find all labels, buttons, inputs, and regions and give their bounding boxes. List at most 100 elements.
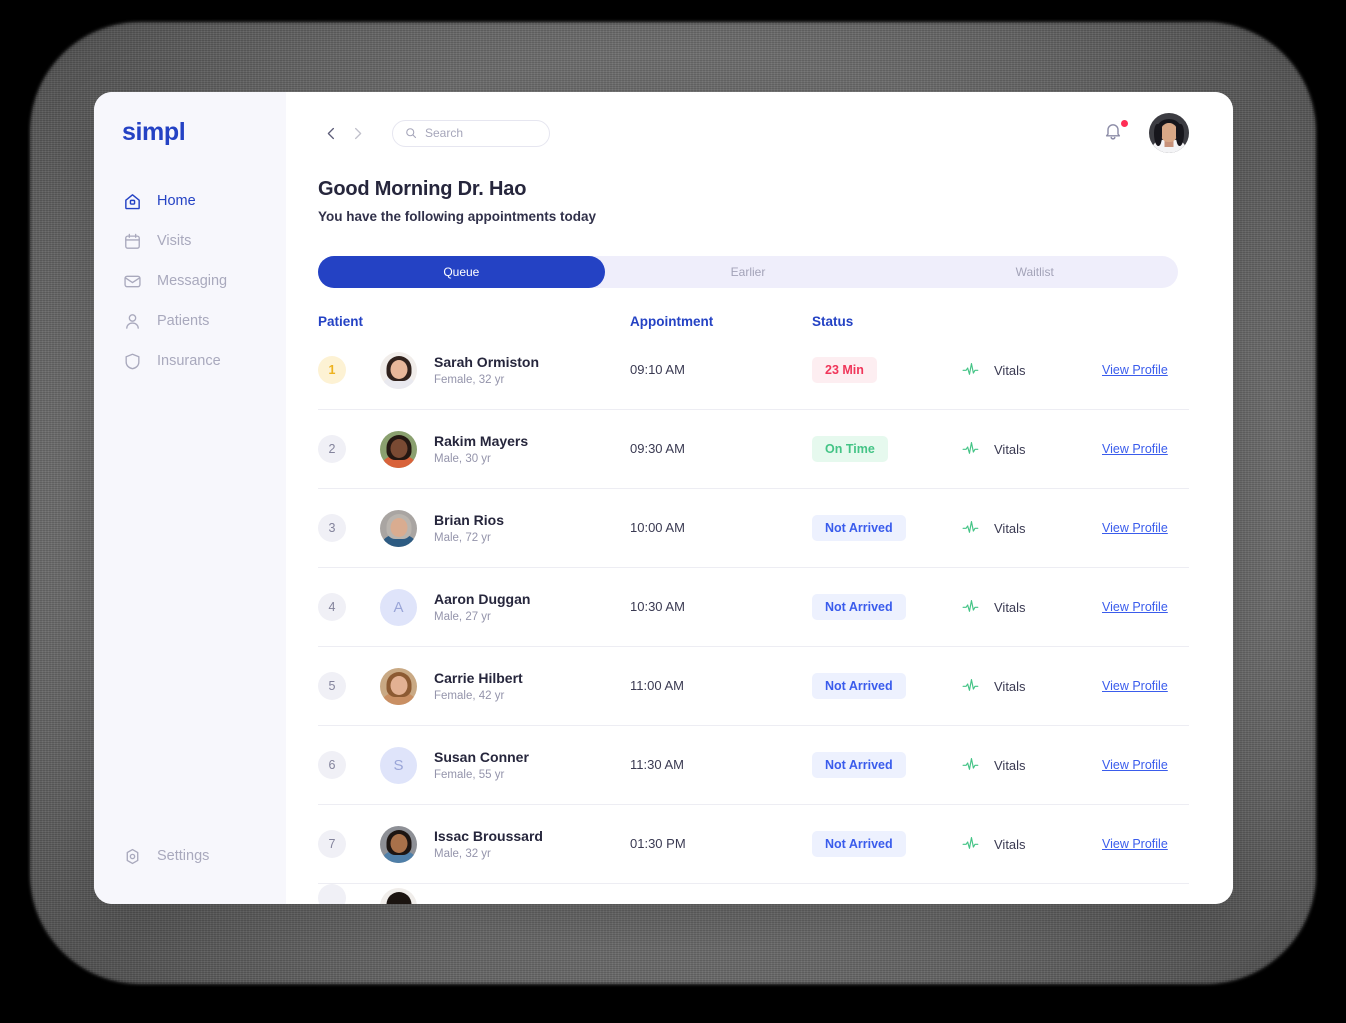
table-row[interactable]: 3 Brian Rios Male, 72 yr 10:00 AM Not Ar… xyxy=(318,489,1189,568)
cell-vitals[interactable]: Vitals xyxy=(962,361,1102,379)
queue-rank-badge: 2 xyxy=(318,435,346,463)
shield-icon xyxy=(122,351,143,372)
search-input[interactable] xyxy=(425,126,537,140)
table-row[interactable]: 7 Issac Broussard Male, 32 yr 01:30 PM N… xyxy=(318,805,1189,884)
topbar-actions xyxy=(1103,113,1189,153)
vitals-label: Vitals xyxy=(994,441,1026,457)
view-profile-link[interactable]: View Profile xyxy=(1102,679,1168,693)
greeting: Good Morning Dr. Hao You have the follow… xyxy=(318,178,1189,224)
table-row[interactable]: 4 A Aaron Duggan Male, 27 yr 10:30 AM No… xyxy=(318,568,1189,647)
tab-waitlist[interactable]: Waitlist xyxy=(891,256,1178,288)
sidebar-item-settings[interactable]: Settings xyxy=(94,836,286,876)
notifications-button[interactable] xyxy=(1103,120,1128,145)
appointment-time: 11:30 AM xyxy=(630,757,684,772)
view-profile-link[interactable]: View Profile xyxy=(1102,758,1168,772)
patient-meta: Male, 32 yr xyxy=(434,848,491,861)
appointment-time: 09:30 AM xyxy=(630,441,685,456)
nav-back-button[interactable] xyxy=(318,120,344,146)
patient-meta: Female, 55 yr xyxy=(434,769,505,782)
sidebar-item-label: Insurance xyxy=(157,353,221,369)
table-row-partial[interactable] xyxy=(318,884,1189,904)
sidebar-item-insurance[interactable]: Insurance xyxy=(94,341,286,381)
cell-vitals[interactable]: Vitals xyxy=(962,677,1102,695)
page-title: Good Morning Dr. Hao xyxy=(318,178,527,200)
vitals-label: Vitals xyxy=(994,757,1026,773)
chevron-left-icon xyxy=(324,126,339,141)
sidebar-item-messaging[interactable]: Messaging xyxy=(94,261,286,301)
cell-patient xyxy=(318,884,630,904)
calendar-icon xyxy=(122,231,143,252)
table-row[interactable]: 1 Sarah Ormiston Female, 32 yr 09:10 AM … xyxy=(318,331,1189,410)
cell-vitals[interactable]: Vitals xyxy=(962,519,1102,537)
avatar-photo-face xyxy=(390,359,407,379)
tab-queue[interactable]: Queue xyxy=(318,256,605,288)
table-row[interactable]: 2 Rakim Mayers Male, 30 yr 09:30 AM On T… xyxy=(318,410,1189,489)
patient-name: Aaron Duggan xyxy=(434,590,531,607)
cell-status: Not Arrived xyxy=(812,515,962,541)
avatar-photo-face xyxy=(390,833,407,853)
gear-icon xyxy=(122,846,143,867)
appointment-time: 01:30 PM xyxy=(630,836,686,851)
avatar-initial: S xyxy=(380,746,417,784)
table-row[interactable]: 6 S Susan Conner Female, 55 yr 11:30 AM … xyxy=(318,726,1189,805)
view-profile-link[interactable]: View Profile xyxy=(1102,521,1168,535)
heartbeat-icon xyxy=(962,440,984,458)
cell-vitals[interactable]: Vitals xyxy=(962,835,1102,853)
status-badge: Not Arrived xyxy=(812,515,906,541)
cell-appointment: 10:30 AM xyxy=(630,598,812,616)
queue-rank-badge: 6 xyxy=(318,751,346,779)
patient-meta: Female, 32 yr xyxy=(434,374,505,387)
patient-identity: Rakim Mayers Male, 30 yr xyxy=(434,433,528,466)
table-row[interactable]: 5 Carrie Hilbert Female, 42 yr 11:00 AM … xyxy=(318,647,1189,726)
queue-rank-badge: 4 xyxy=(318,593,346,621)
cell-appointment: 11:30 AM xyxy=(630,756,812,774)
patient-queue-list: 1 Sarah Ormiston Female, 32 yr 09:10 AM … xyxy=(318,331,1189,904)
cell-action: View Profile xyxy=(1102,440,1212,458)
view-profile-link[interactable]: View Profile xyxy=(1102,442,1168,456)
cell-status: 23 Min xyxy=(812,357,962,383)
tab-label: Queue xyxy=(443,265,480,279)
avatar-initial-letter: S xyxy=(393,756,404,774)
column-header-status: Status xyxy=(812,314,854,329)
cell-status: Not Arrived xyxy=(812,673,962,699)
cell-appointment: 11:00 AM xyxy=(630,677,812,695)
cell-vitals[interactable]: Vitals xyxy=(962,440,1102,458)
cell-vitals[interactable]: Vitals xyxy=(962,756,1102,774)
tab-earlier[interactable]: Earlier xyxy=(605,256,892,288)
main-content: Good Morning Dr. Hao You have the follow… xyxy=(286,92,1233,904)
sidebar-item-patients[interactable]: Patients xyxy=(94,301,286,341)
cell-action: View Profile xyxy=(1102,361,1212,379)
view-profile-link[interactable]: View Profile xyxy=(1102,600,1168,614)
sidebar-item-visits[interactable]: Visits xyxy=(94,221,286,261)
brand-logo: simpl xyxy=(122,118,186,146)
tab-label: Earlier xyxy=(730,265,766,279)
cell-action: View Profile xyxy=(1102,677,1212,695)
cell-patient: 5 Carrie Hilbert Female, 42 yr xyxy=(318,667,630,705)
envelope-icon xyxy=(122,271,143,292)
view-profile-link[interactable]: View Profile xyxy=(1102,363,1168,377)
tab-bar: Queue Earlier Waitlist xyxy=(318,256,1178,288)
avatar[interactable] xyxy=(1149,113,1189,153)
cell-appointment: 09:10 AM xyxy=(630,361,812,379)
view-profile-link[interactable]: View Profile xyxy=(1102,837,1168,851)
avatar-photo-face xyxy=(390,517,407,537)
avatar-photo xyxy=(380,509,417,547)
sidebar-nav: Home Visits Messaging Patients Insurance xyxy=(94,181,286,381)
sidebar-item-label: Messaging xyxy=(157,273,228,289)
app-window: simpl Home Visits Messaging Patients Ins… xyxy=(94,92,1233,904)
search-box[interactable] xyxy=(392,119,550,147)
queue-rank-badge xyxy=(318,884,346,904)
heartbeat-icon xyxy=(962,598,984,616)
patient-name: Brian Rios xyxy=(434,511,505,528)
cell-patient: 7 Issac Broussard Male, 32 yr xyxy=(318,825,630,863)
sidebar-item-home[interactable]: Home xyxy=(94,181,286,221)
person-icon xyxy=(122,311,143,332)
nav-forward-button[interactable] xyxy=(344,120,370,146)
cell-vitals[interactable]: Vitals xyxy=(962,598,1102,616)
column-header-patient: Patient xyxy=(318,314,364,329)
cell-status: Not Arrived xyxy=(812,594,962,620)
cell-status: On Time xyxy=(812,436,962,462)
patient-identity: Sarah Ormiston Female, 32 yr xyxy=(434,354,539,387)
table-header: Patient Appointment Status xyxy=(318,314,1189,329)
status-badge: Not Arrived xyxy=(812,673,906,699)
